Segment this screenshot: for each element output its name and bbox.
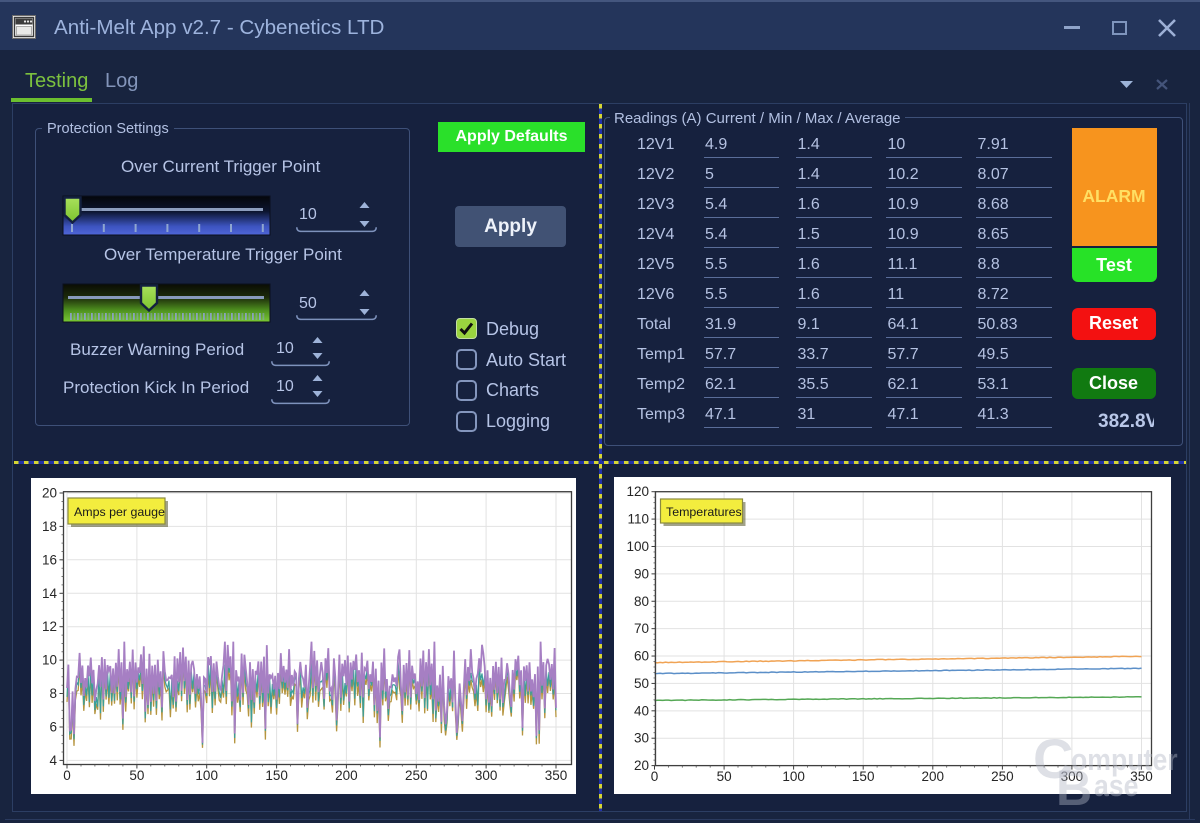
svg-text:110: 110 xyxy=(627,512,649,527)
svg-text:100: 100 xyxy=(195,768,218,783)
svg-text:Amps per gauge: Amps per gauge xyxy=(74,505,165,519)
svg-text:30: 30 xyxy=(633,731,648,746)
svg-text:100: 100 xyxy=(782,769,805,784)
svg-text:90: 90 xyxy=(633,566,648,581)
svg-text:250: 250 xyxy=(991,769,1014,784)
svg-text:150: 150 xyxy=(265,768,288,783)
svg-text:60: 60 xyxy=(633,649,648,664)
svg-text:Temperatures: Temperatures xyxy=(666,505,742,519)
svg-text:70: 70 xyxy=(633,621,648,636)
svg-text:4: 4 xyxy=(49,753,57,768)
svg-text:100: 100 xyxy=(626,539,649,554)
svg-text:16: 16 xyxy=(41,552,56,567)
svg-text:6: 6 xyxy=(49,720,57,735)
svg-text:50: 50 xyxy=(716,769,731,784)
svg-text:8: 8 xyxy=(49,686,57,701)
svg-text:50: 50 xyxy=(633,676,648,691)
svg-text:40: 40 xyxy=(633,703,648,718)
svg-text:20: 20 xyxy=(633,758,648,773)
svg-text:120: 120 xyxy=(626,484,649,499)
svg-text:50: 50 xyxy=(129,768,144,783)
svg-text:350: 350 xyxy=(544,768,567,783)
svg-text:10: 10 xyxy=(41,653,56,668)
svg-text:80: 80 xyxy=(633,594,648,609)
svg-text:0: 0 xyxy=(63,768,71,783)
svg-text:150: 150 xyxy=(851,769,874,784)
svg-text:12: 12 xyxy=(41,619,56,634)
svg-text:18: 18 xyxy=(41,519,56,534)
svg-text:0: 0 xyxy=(650,769,658,784)
svg-text:300: 300 xyxy=(474,768,497,783)
svg-text:200: 200 xyxy=(921,769,944,784)
svg-text:200: 200 xyxy=(335,768,358,783)
svg-text:20: 20 xyxy=(41,486,56,501)
svg-text:14: 14 xyxy=(41,586,57,601)
svg-text:250: 250 xyxy=(405,768,428,783)
